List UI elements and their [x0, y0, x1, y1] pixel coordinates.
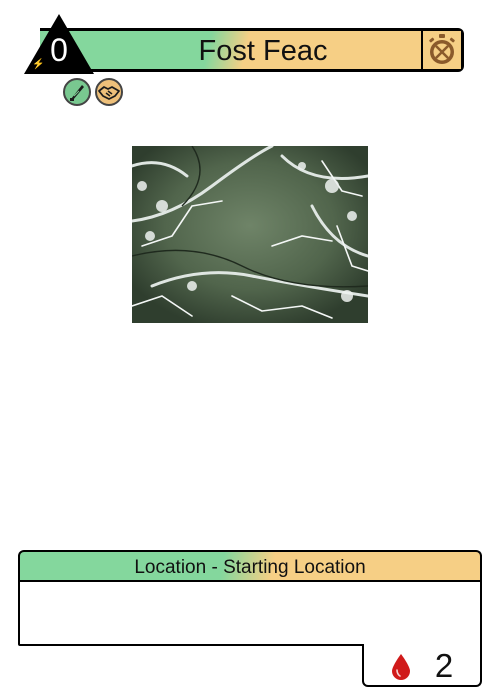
title-bar: Fost Feac: [40, 28, 464, 72]
card-title: Fost Feac: [198, 35, 328, 67]
type-line: Location - Starting Location: [134, 557, 366, 578]
timer-box: [421, 31, 461, 69]
handshake-icon: [95, 78, 123, 106]
blood-drop-icon: [390, 652, 412, 685]
card-art: [132, 146, 368, 323]
damage-value: 2: [434, 647, 454, 684]
rules-text-box: [18, 580, 482, 646]
lightning-bolt-icon: ⚡: [32, 59, 45, 70]
feather-quill-icon: [63, 78, 91, 106]
damage-box: 2: [362, 644, 482, 687]
stopwatch-icon: [423, 34, 461, 73]
cost-value: 0: [50, 32, 68, 68]
type-bar: Location - Starting Location: [18, 550, 482, 582]
